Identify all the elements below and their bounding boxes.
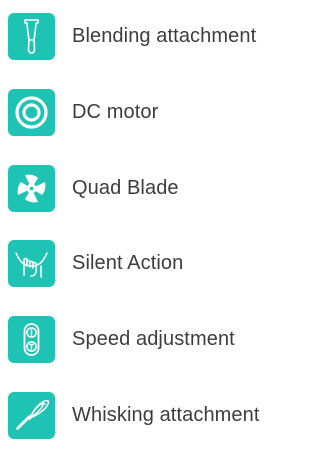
feature-item-blending: Blending attachment bbox=[8, 9, 324, 63]
feature-item-whisking: Whisking attachment bbox=[8, 388, 324, 442]
feature-label: DC motor bbox=[72, 100, 159, 123]
feature-item-dc-motor: DC motor bbox=[8, 85, 324, 139]
feature-label: Speed adjustment bbox=[72, 327, 235, 350]
whisk-icon bbox=[8, 391, 55, 439]
feature-label: Quad Blade bbox=[72, 176, 179, 199]
motor-icon bbox=[8, 88, 55, 136]
feature-item-silent-action: Silent Action bbox=[8, 236, 324, 290]
blender-icon bbox=[8, 12, 55, 60]
speed-switch-icon bbox=[8, 315, 55, 363]
blade-icon bbox=[8, 164, 55, 212]
feature-label: Silent Action bbox=[72, 251, 184, 274]
feature-item-quad-blade: Quad Blade bbox=[8, 161, 324, 215]
feature-label: Whisking attachment bbox=[72, 403, 260, 426]
feature-item-speed-adjustment: Speed adjustment bbox=[8, 312, 324, 366]
feature-label: Blending attachment bbox=[72, 24, 257, 47]
feature-list: Blending attachment DC motor Quad Blade … bbox=[0, 0, 326, 459]
silent-action-icon bbox=[8, 239, 55, 287]
